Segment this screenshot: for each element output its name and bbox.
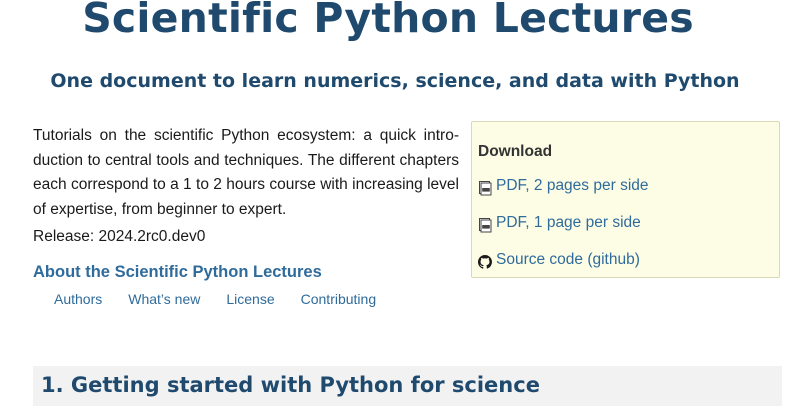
- section-heading[interactable]: 1. Getting started with Python for scien…: [41, 373, 540, 397]
- pdf-icon: [479, 181, 492, 196]
- about-links: Authors What’s new License Contributing: [54, 291, 376, 307]
- page-subtitle: One document to learn numerics, science,…: [50, 70, 740, 92]
- page-title: Scientific Python Lectures: [82, 0, 694, 42]
- pdf-1-page-label: PDF, 1 page per side: [496, 214, 641, 231]
- contributing-link[interactable]: Contributing: [301, 291, 377, 307]
- whats-new-link[interactable]: What’s new: [128, 291, 200, 307]
- github-icon: [478, 255, 492, 269]
- intro-paragraph: Tutorials on the scientific Python ecosy…: [33, 127, 459, 218]
- authors-link[interactable]: Authors: [54, 291, 102, 307]
- release-version: Release: 2024.2rc0.dev0: [33, 228, 206, 245]
- about-heading-link[interactable]: About the Scientific Python Lectures: [33, 263, 322, 282]
- pdf-icon: [479, 218, 492, 233]
- pdf-1-page-link[interactable]: PDF, 1 page per side: [478, 213, 641, 233]
- section-heading-bar: 1. Getting started with Python for scien…: [33, 366, 782, 406]
- source-code-label: Source code (github): [496, 251, 640, 268]
- download-title: Download: [478, 143, 553, 160]
- pdf-2-pages-label: PDF, 2 pages per side: [496, 177, 649, 194]
- license-link[interactable]: License: [226, 291, 274, 307]
- source-code-link[interactable]: Source code (github): [478, 250, 640, 270]
- download-box: Download PDF, 2 pages per side PDF, 1 pa…: [471, 121, 780, 278]
- pdf-2-pages-link[interactable]: PDF, 2 pages per side: [478, 176, 649, 196]
